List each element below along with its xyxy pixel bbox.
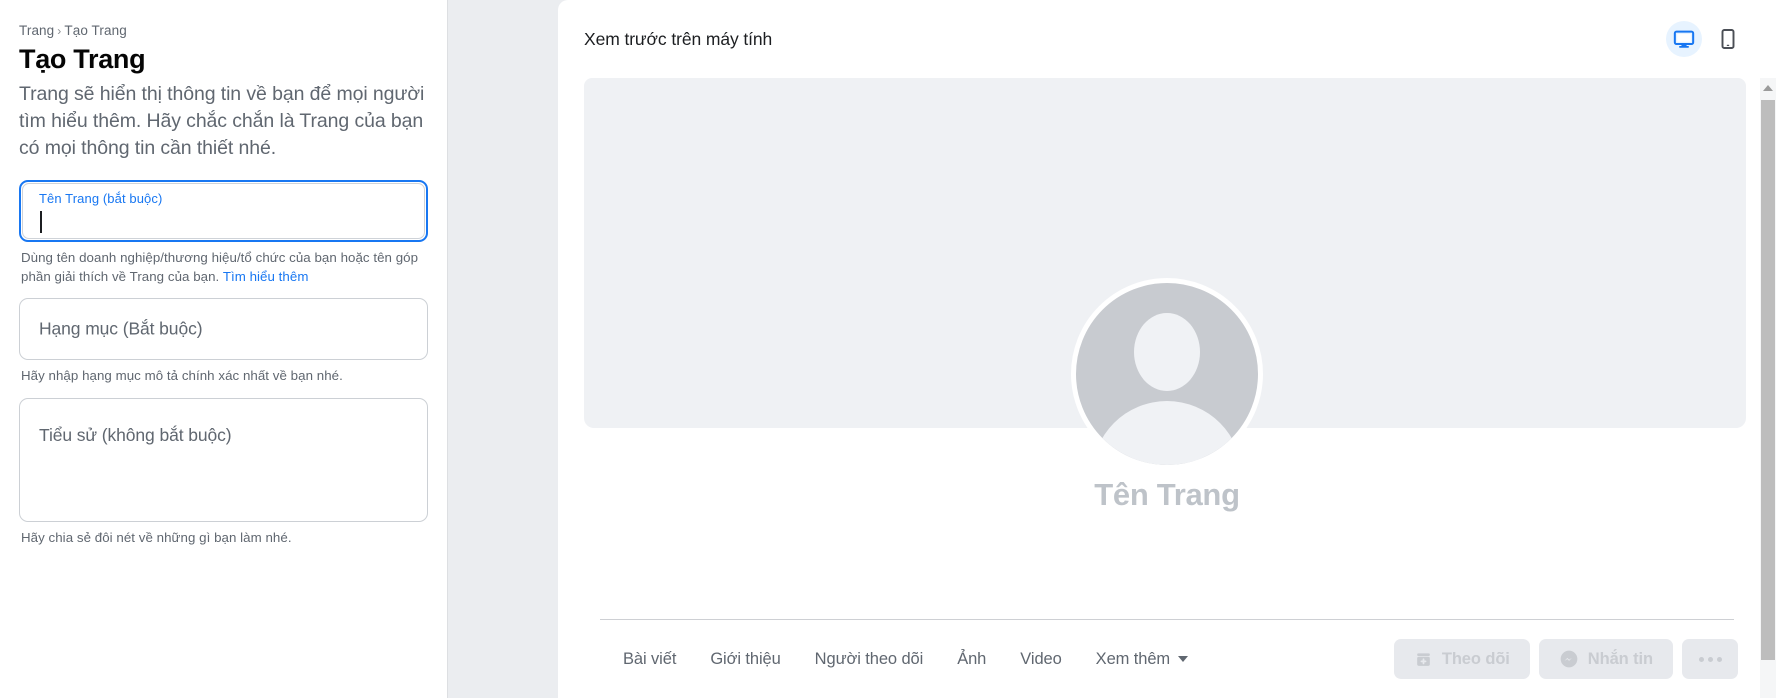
preview-card: Xem trước trên máy tính Tên Trang Bài vi… [558, 0, 1776, 698]
preview-page-name: Tên Trang [1094, 477, 1240, 512]
scrollbar-thumb[interactable] [1761, 100, 1775, 660]
bio-helper: Hãy chia sẻ đôi nét về những gì bạn làm … [21, 529, 292, 545]
chevron-down-icon [1178, 656, 1189, 662]
create-page-form-sidebar: Trang › Tạo Trang Tạo Trang Trang sẽ hiển … [0, 0, 448, 698]
category-input[interactable]: Hạng mục (Bắt buộc) [19, 298, 428, 360]
page-description: Trang sẽ hiển thị thông tin về bạn để mọ… [19, 83, 425, 159]
tab-posts[interactable]: Bài viết [606, 640, 693, 679]
breadcrumb: Trang › Tạo Trang [19, 22, 428, 40]
tab-more[interactable]: Xem thêm [1079, 640, 1205, 679]
tab-more-label: Xem thêm [1095, 649, 1171, 668]
bio-field-group: Tiểu sử (không bắt buộc) Hãy chia sẻ đôi… [19, 397, 428, 548]
breadcrumb-separator-icon: › [57, 24, 62, 38]
preview-heading: Xem trước trên máy tính [584, 29, 773, 49]
message-button-label: Nhắn tin [1587, 649, 1653, 668]
scroll-up-arrow-icon[interactable] [1763, 85, 1773, 91]
profile-tabs: Bài viết Giới thiệu Người theo dõi Ảnh V… [606, 640, 1205, 679]
device-toggle-group [1666, 21, 1746, 57]
tab-videos[interactable]: Video [1003, 640, 1078, 679]
profile-nav-row: Bài viết Giới thiệu Người theo dõi Ảnh V… [558, 620, 1776, 698]
message-button[interactable]: Nhắn tin [1538, 639, 1673, 679]
category-placeholder: Hạng mục (Bắt buộc) [39, 318, 203, 339]
messenger-icon [1560, 650, 1578, 668]
profile-action-buttons: Theo dõi Nhắn tin [1393, 639, 1738, 679]
preview-header: Xem trước trên máy tính [558, 0, 1776, 78]
avatar-head-shape [1134, 313, 1200, 391]
page-name-helper-text: Dùng tên doanh nghiệp/thương hiệu/tổ chứ… [21, 250, 419, 284]
follow-button-label: Theo dõi [1441, 649, 1510, 668]
tab-followers[interactable]: Người theo dõi [798, 640, 941, 679]
learn-more-link[interactable]: Tìm hiểu thêm [223, 269, 309, 284]
avatar-body-shape [1092, 401, 1242, 465]
follow-button[interactable]: Theo dõi [1393, 639, 1530, 679]
more-options-button[interactable] [1682, 639, 1738, 679]
breadcrumb-current: Tạo Trang [64, 23, 127, 38]
page-title: Tạo Trang [19, 44, 146, 74]
tab-about[interactable]: Giới thiệu [693, 640, 797, 679]
create-page-screen: Trang › Tạo Trang Tạo Trang Trang sẽ hiển … [0, 0, 1776, 698]
page-name-label: Tên Trang (bắt buộc) [39, 191, 163, 206]
more-dots-icon [1698, 656, 1722, 662]
follow-plus-icon [1417, 652, 1430, 666]
page-name-field-group: Tên Trang (bắt buộc) Dùng tên doanh nghi… [19, 180, 428, 286]
mobile-preview-toggle[interactable] [1710, 21, 1746, 57]
page-name-input[interactable]: Tên Trang (bắt buộc) [19, 180, 428, 242]
avatar [1071, 278, 1263, 470]
desktop-preview-toggle[interactable] [1666, 21, 1702, 57]
text-caret [40, 211, 42, 233]
breadcrumb-root[interactable]: Trang [19, 23, 54, 38]
preview-scrollbar[interactable] [1760, 78, 1776, 698]
phone-icon [1721, 29, 1735, 49]
category-helper: Hãy nhập hạng mục mô tả chính xác nhất v… [21, 368, 343, 383]
tab-photos[interactable]: Ảnh [940, 640, 1003, 679]
bio-input[interactable]: Tiểu sử (không bắt buộc) [19, 397, 428, 522]
monitor-icon [1673, 30, 1695, 48]
page-name-helper: Dùng tên doanh nghiệp/thương hiệu/tổ chứ… [19, 242, 428, 286]
bio-placeholder: Tiểu sử (không bắt buộc) [39, 424, 232, 445]
category-field-group: Hạng mục (Bắt buộc) Hãy nhập hạng mục mô… [19, 298, 428, 386]
preview-region: Xem trước trên máy tính Tên Trang Bài vi… [448, 0, 1776, 698]
